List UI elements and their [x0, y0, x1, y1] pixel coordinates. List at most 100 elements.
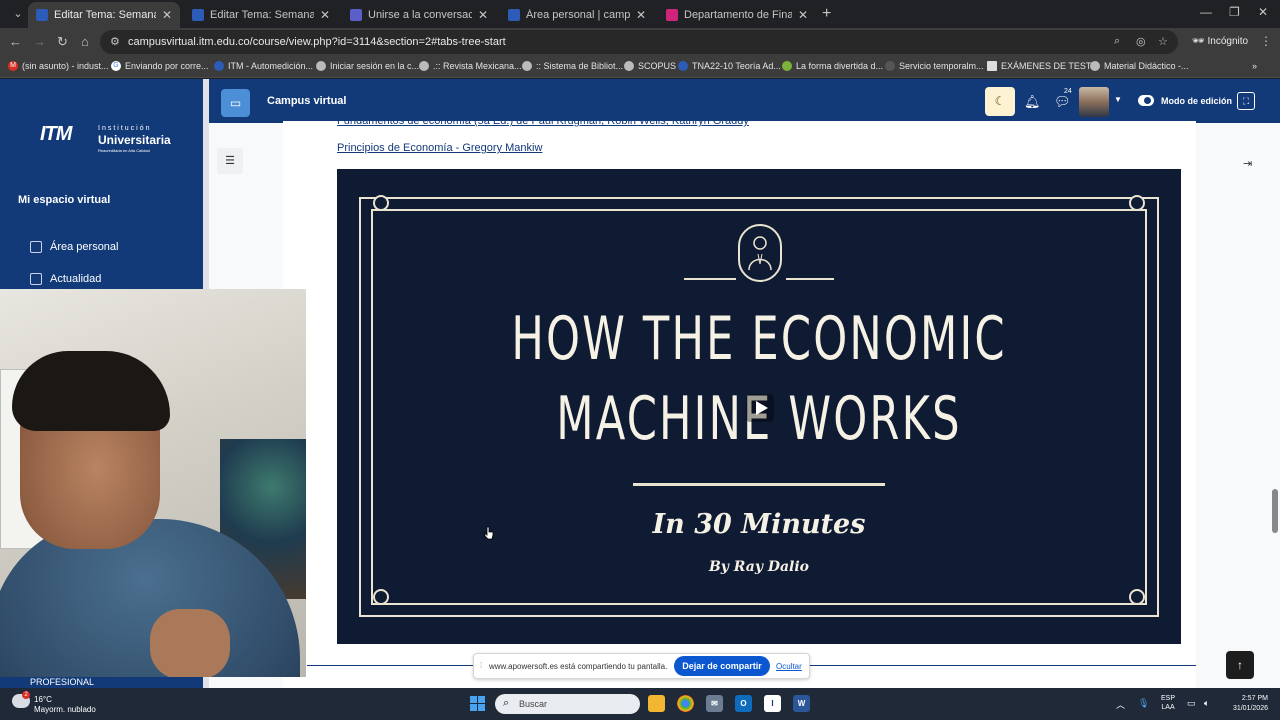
sidebar-section-title: Mi espacio virtual [18, 194, 111, 206]
campus-favicon-icon [36, 9, 48, 21]
bookmark-item[interactable]: Material Didáctico -... [1090, 61, 1189, 71]
bookmark-item[interactable]: La forma divertida d... [782, 61, 883, 71]
search-icon: ⌕ [503, 697, 510, 709]
krugman-book-link[interactable]: Fundamentos de economía (5a Ed.) de Paul… [337, 115, 749, 127]
embedded-video-player[interactable]: HOW THE ECONOMIC MACHINE WORKS In 30 Min… [337, 169, 1181, 644]
hide-share-bar-link[interactable]: Ocultar [776, 662, 802, 671]
bookmark-item[interactable]: :: Sistema de Bibliot... [522, 61, 623, 71]
sidebar-item-actualidad[interactable]: Actualidad [30, 273, 101, 285]
bookmark-item[interactable]: .:: Revista Mexicana... [419, 61, 522, 71]
display-icon[interactable]: ▭ [1187, 698, 1196, 709]
play-button-icon[interactable] [746, 394, 774, 422]
site-info-icon[interactable]: ⚙ [110, 35, 120, 48]
tab-editar-tema-2[interactable]: Editar Tema: Semana 1 | 630202 ✕ [184, 2, 338, 28]
close-window-icon[interactable]: ✕ [1258, 5, 1268, 19]
microphone-icon[interactable]: 🎙︎ [1138, 698, 1149, 709]
tab-editar-tema-1[interactable]: Editar Tema: Semana 1 | 600202 ✕ [28, 2, 180, 28]
address-bar[interactable]: ⚙ campusvirtual.itm.edu.co/course/view.p… [100, 30, 1178, 54]
bookmark-item[interactable]: EXÁMENES DE TEST... [987, 61, 1098, 71]
dark-mode-button[interactable]: ☾ [985, 87, 1015, 116]
bookmark-label: Iniciar sesión en la c... [330, 61, 420, 71]
bookmark-item[interactable]: G Enviando por corre... [111, 61, 209, 71]
video-byline: By Ray Dalio [708, 559, 810, 575]
hand-cursor-icon [484, 526, 494, 540]
bookmark-item[interactable]: Servicio temporalm... [885, 61, 984, 71]
bookmark-item[interactable]: TNA22-10 Teoría Ad... [678, 61, 781, 71]
back-arrow-icon[interactable]: ← [9, 34, 22, 49]
windows-start-icon[interactable] [470, 696, 485, 711]
new-tab-icon[interactable]: + [822, 5, 831, 23]
stop-sharing-button[interactable]: Dejar de compartir [674, 656, 770, 676]
bookmark-item[interactable]: M (sin asunto) - indust... [8, 61, 109, 71]
site-brand[interactable]: Campus virtual [267, 95, 346, 107]
close-tab-icon[interactable]: ✕ [320, 8, 330, 22]
reload-icon[interactable]: ↻ [57, 34, 68, 50]
taskbar-search-box[interactable]: ⌕ Buscar [495, 694, 640, 714]
notifications-bell-icon[interactable]: 🔔︎ [1024, 94, 1041, 110]
home-icon[interactable]: ⌂ [81, 34, 89, 49]
file-explorer-icon[interactable] [648, 695, 665, 712]
tab-departamento-finanzas[interactable]: Departamento de Finanzas ITM ✕ [658, 2, 816, 28]
gmail-icon: M [8, 61, 18, 71]
video-title-line1: HOW THE ECONOMIC [511, 304, 1007, 374]
minimize-icon[interactable]: — [1200, 5, 1212, 19]
forward-arrow-icon[interactable]: → [33, 34, 46, 49]
chevron-down-icon[interactable]: ▼ [1114, 95, 1122, 104]
browser-menu-icon[interactable]: ⋮ [1260, 34, 1272, 48]
weather-temperature[interactable]: 16°C [34, 695, 52, 704]
outlook-icon[interactable]: O [735, 695, 752, 712]
volume-icon[interactable]: 🔈︎ [1204, 698, 1209, 709]
eye-off-icon[interactable]: ◎ [1136, 35, 1146, 48]
word-icon[interactable]: W [793, 695, 810, 712]
chevron-up-icon[interactable]: ︿ [1116, 698, 1125, 711]
block-drawer-toggle-icon[interactable]: ⇥ [1243, 157, 1252, 170]
close-tab-icon[interactable]: ✕ [162, 8, 172, 22]
incognito-icon: 🕶 [1192, 36, 1208, 47]
mail-icon[interactable]: ✉ [706, 695, 723, 712]
drawer-toggle-button[interactable]: ▭ [221, 89, 250, 117]
tab-area-personal[interactable]: Área personal | campusVirtual ✕ [500, 2, 654, 28]
logo-inst-text: Institución [98, 125, 152, 132]
windows-taskbar: 2 16°C Mayorm. nublado ⌕ Buscar ✉ O I W … [0, 688, 1280, 720]
screen-share-text: www.apowersoft.es está compartiendo tu p… [489, 662, 668, 671]
back-to-top-button[interactable]: ↑ [1226, 651, 1254, 679]
messages-icon[interactable]: 💬︎ [1054, 94, 1071, 110]
bookmark-label: La forma divertida d... [796, 61, 884, 71]
close-tab-icon[interactable]: ✕ [478, 8, 488, 22]
itm-app-icon[interactable]: I [764, 695, 781, 712]
bookmarks-bar: M (sin asunto) - indust... G Enviando por … [0, 56, 1280, 78]
language-indicator[interactable]: ESP LAA [1161, 694, 1175, 712]
course-index-toggle-icon[interactable]: ☰ [217, 148, 243, 174]
screen-share-bar: ⁞ www.apowersoft.es está compartiendo tu… [473, 653, 810, 679]
globe-icon [885, 61, 895, 71]
more-bookmarks-icon[interactable]: » [1252, 61, 1257, 71]
restore-icon[interactable]: ❐ [1229, 5, 1240, 19]
globe-icon [419, 61, 429, 71]
bookmark-star-icon[interactable]: ☆ [1158, 35, 1168, 48]
close-tab-icon[interactable]: ✕ [636, 8, 646, 22]
system-clock[interactable]: 2:57 PM 31/01/2026 [1226, 694, 1268, 714]
zoom-icon[interactable]: ⌕ [1114, 35, 1120, 48]
chrome-icon[interactable] [677, 695, 694, 712]
incognito-indicator[interactable]: 🕶 Incógnito [1192, 36, 1248, 47]
bookmark-item[interactable]: SCOPUS [624, 61, 676, 71]
weather-description[interactable]: Mayorm. nublado [34, 705, 96, 714]
webcam-person-hand [150, 609, 230, 677]
url-text[interactable]: campusvirtual.itm.edu.co/course/view.php… [128, 36, 506, 48]
bookmark-item[interactable]: Iniciar sesión en la c... [316, 61, 419, 71]
drag-handle-icon[interactable]: ⁞ [480, 661, 482, 670]
page-scrollbar-thumb[interactable] [1272, 489, 1278, 533]
user-avatar[interactable] [1079, 87, 1109, 117]
campus-favicon-icon [192, 9, 204, 21]
campus-favicon-icon [508, 9, 520, 21]
bookmark-label: EXÁMENES DE TEST... [1001, 61, 1098, 71]
focus-mode-icon[interactable]: ⛶ [1237, 92, 1255, 110]
sidebar-item-area-personal[interactable]: Área personal [30, 241, 119, 253]
google-icon: G [111, 61, 121, 71]
document-icon [987, 61, 997, 71]
tab-unirse-conversacion[interactable]: Unirse a la conversación ✕ [342, 2, 496, 28]
mankiw-book-link[interactable]: Principios de Economía - Gregory Mankiw [337, 142, 542, 154]
close-tab-icon[interactable]: ✕ [798, 8, 808, 22]
bookmark-item[interactable]: ITM - Automedición... [214, 61, 313, 71]
edit-mode-toggle[interactable] [1138, 95, 1154, 106]
